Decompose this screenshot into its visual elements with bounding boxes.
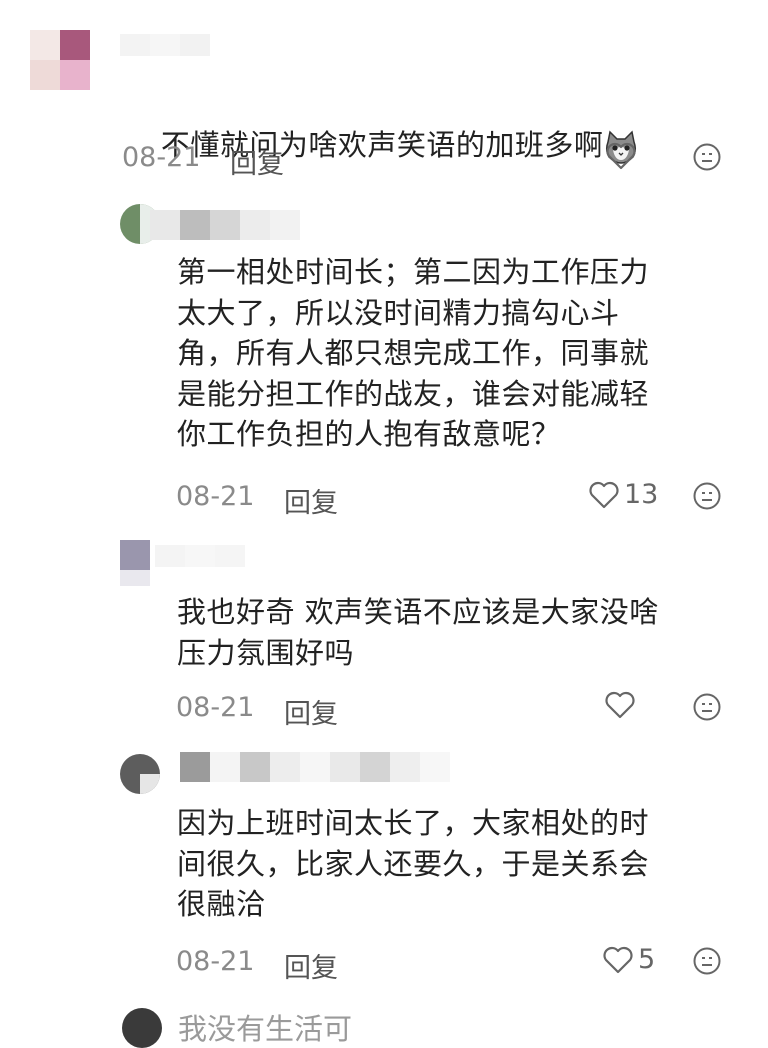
- username-blurred[interactable]: [180, 752, 450, 782]
- comment-date: 08-21: [176, 692, 255, 723]
- like-count: 5: [638, 944, 656, 975]
- emoji-face-icon[interactable]: [692, 692, 722, 722]
- reply-button[interactable]: 回复: [284, 692, 338, 731]
- avatar[interactable]: [122, 1008, 162, 1048]
- avatar[interactable]: [120, 540, 150, 586]
- emoji-face-icon[interactable]: [692, 481, 722, 511]
- username-blurred[interactable]: [150, 210, 300, 240]
- emoji-face-icon[interactable]: [692, 142, 722, 172]
- heart-outline-icon: [605, 691, 635, 719]
- comment-text: 第一相处时间长；第二因为工作压力 太大了，所以没时间精力搞勾心斗 角，所有人都只…: [177, 255, 650, 451]
- heart-outline-icon: [589, 481, 619, 508]
- username-blurred[interactable]: [155, 545, 245, 567]
- username-blurred[interactable]: [120, 34, 210, 56]
- comment-date: 08-21: [122, 142, 201, 173]
- reply-button[interactable]: 回复: [284, 481, 338, 520]
- reply-button[interactable]: 回复: [230, 142, 284, 181]
- avatar[interactable]: [30, 30, 90, 90]
- heart-outline-icon: [606, 142, 636, 170]
- comment-date: 08-21: [176, 481, 255, 512]
- like-button[interactable]: [604, 690, 640, 720]
- comment-text: 因为上班时间太长了，大家相处的时 间很久，比家人还要久，于是关系会 很融洽: [177, 806, 650, 921]
- username[interactable]: 我没有生活可: [178, 1006, 352, 1048]
- like-button[interactable]: 13: [588, 479, 658, 510]
- avatar[interactable]: [120, 754, 160, 794]
- emoji-face-icon[interactable]: [692, 946, 722, 976]
- reply-button[interactable]: 回复: [284, 946, 338, 985]
- like-button[interactable]: [605, 141, 641, 171]
- heart-outline-icon: [603, 946, 633, 973]
- like-button[interactable]: 5: [602, 944, 655, 975]
- comment-date: 08-21: [176, 946, 255, 977]
- like-count: 13: [624, 479, 659, 510]
- comment-text: 我也好奇 欢声笑语不应该是大家没啥 压力氛围好吗: [177, 595, 659, 670]
